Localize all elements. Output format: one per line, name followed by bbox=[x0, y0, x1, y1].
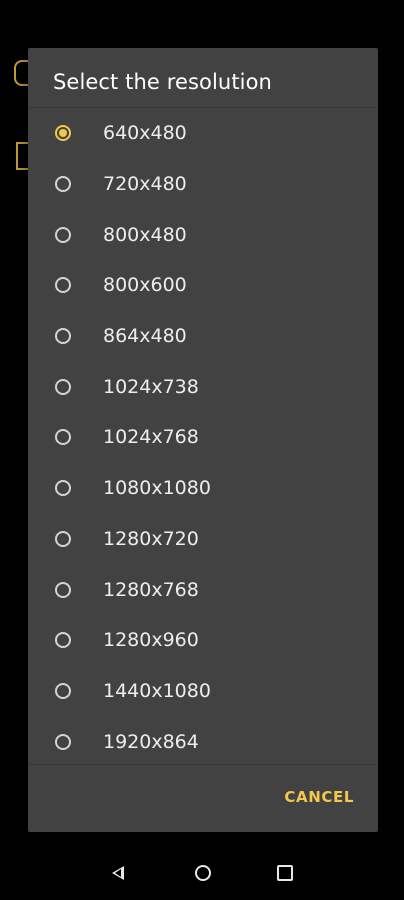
radio-button-icon[interactable] bbox=[55, 733, 71, 750]
resolution-option-label: 1024x738 bbox=[103, 375, 199, 398]
radio-button-icon[interactable] bbox=[55, 226, 71, 243]
resolution-option-label: 800x480 bbox=[103, 223, 187, 246]
radio-button-icon[interactable] bbox=[55, 125, 71, 142]
radio-button-icon[interactable] bbox=[55, 429, 71, 446]
resolution-option-label: 864x480 bbox=[103, 325, 187, 348]
radio-button-icon[interactable] bbox=[55, 328, 71, 345]
radio-button-icon[interactable] bbox=[55, 581, 71, 598]
resolution-option[interactable]: 1280x768 bbox=[28, 564, 378, 615]
resolution-option-label: 800x600 bbox=[103, 274, 187, 297]
resolution-option[interactable]: 1024x738 bbox=[28, 361, 378, 412]
cancel-button[interactable]: CANCEL bbox=[282, 784, 356, 810]
resolution-option[interactable]: 864x480 bbox=[28, 311, 378, 362]
resolution-option-label: 640x480 bbox=[103, 122, 187, 145]
resolution-option-label: 720x480 bbox=[103, 173, 187, 196]
resolution-options-list: 640x480 720x480 800x480 800x600 864x480 … bbox=[28, 108, 378, 767]
resolution-option[interactable]: 800x600 bbox=[28, 260, 378, 311]
resolution-option[interactable]: 1080x1080 bbox=[28, 463, 378, 514]
resolution-option[interactable]: 1024x768 bbox=[28, 412, 378, 463]
radio-button-icon[interactable] bbox=[55, 480, 71, 497]
back-triangle-icon[interactable] bbox=[112, 866, 124, 880]
divider bbox=[28, 764, 378, 765]
radio-button-icon[interactable] bbox=[55, 176, 71, 193]
resolution-dialog: Select the resolution 640x480 720x480 80… bbox=[28, 48, 378, 832]
resolution-option[interactable]: 640x480 bbox=[28, 108, 378, 159]
resolution-option-label: 1440x1080 bbox=[103, 679, 211, 702]
radio-button-icon[interactable] bbox=[55, 378, 71, 395]
resolution-option-label: 1280x960 bbox=[103, 629, 199, 652]
radio-button-icon[interactable] bbox=[55, 277, 71, 294]
dialog-title: Select the resolution bbox=[53, 70, 272, 94]
resolution-option-label: 1080x1080 bbox=[103, 477, 211, 500]
screen: Select the resolution 640x480 720x480 80… bbox=[0, 0, 404, 900]
recents-square-icon[interactable] bbox=[277, 865, 293, 881]
resolution-option[interactable]: 1440x1080 bbox=[28, 666, 378, 717]
home-circle-icon[interactable] bbox=[195, 865, 211, 881]
system-navigation-bar bbox=[0, 848, 404, 900]
radio-button-icon[interactable] bbox=[55, 530, 71, 547]
resolution-option[interactable]: 800x480 bbox=[28, 209, 378, 260]
resolution-option-label: 1920x864 bbox=[103, 730, 199, 753]
radio-button-icon[interactable] bbox=[55, 632, 71, 649]
resolution-option[interactable]: 1280x720 bbox=[28, 514, 378, 565]
radio-button-icon[interactable] bbox=[55, 682, 71, 699]
resolution-option-label: 1280x720 bbox=[103, 527, 199, 550]
resolution-option[interactable]: 1280x960 bbox=[28, 615, 378, 666]
resolution-option-label: 1280x768 bbox=[103, 578, 199, 601]
resolution-option[interactable]: 1920x864 bbox=[28, 716, 378, 767]
resolution-option-label: 1024x768 bbox=[103, 426, 199, 449]
resolution-option[interactable]: 720x480 bbox=[28, 159, 378, 210]
